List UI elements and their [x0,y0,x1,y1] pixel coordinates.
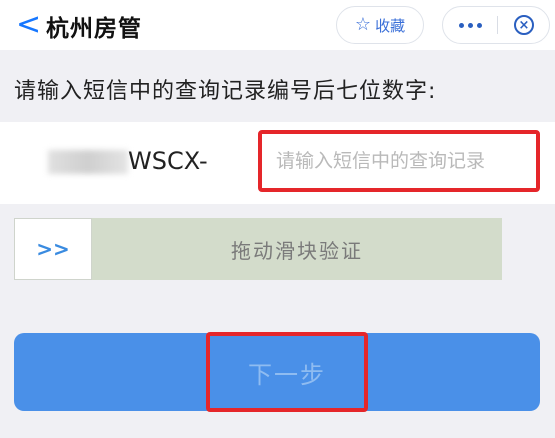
top-bar: < 杭州房管 ☆ 收藏 × [0,0,555,50]
page-title: 杭州房管 [46,16,142,42]
favorite-label: 收藏 [375,16,406,35]
slider-hint: 拖动滑块验证 [231,238,363,263]
back-icon[interactable]: < [16,6,48,44]
miniapp-capsule: × [442,6,550,44]
blurred-code-prefix [48,150,128,174]
record-prefix: WSCX- [128,147,208,175]
more-icon[interactable] [443,7,497,43]
capsule-divider [497,16,498,34]
star-icon: ☆ [354,14,372,35]
close-icon: × [514,15,534,35]
next-step-label: 下一步 [206,332,368,412]
favorite-button[interactable]: ☆ 收藏 [336,6,424,44]
instruction-text: 请输入短信中的查询记录编号后七位数字: [14,79,437,104]
slider-handle[interactable]: >> [14,218,92,280]
record-code-input[interactable] [258,130,540,192]
close-miniapp-button[interactable]: × [499,7,549,43]
